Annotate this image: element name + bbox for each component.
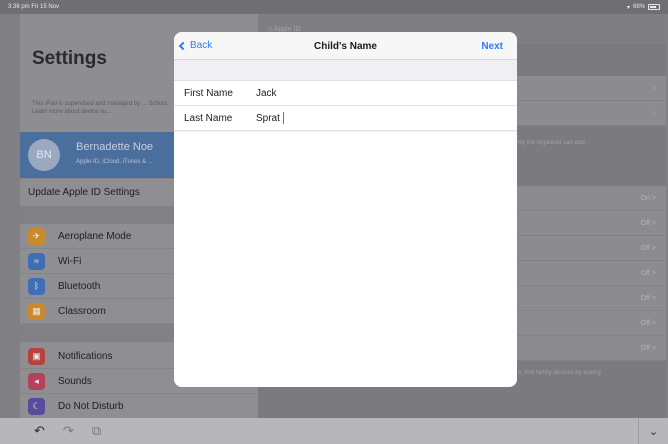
first-name-label: First Name bbox=[184, 87, 233, 99]
bluetooth-icon: ᛒ bbox=[28, 277, 45, 295]
sidebar-item-label: Classroom bbox=[58, 305, 106, 317]
organiser-note: only the organiser can add bbox=[514, 140, 585, 146]
sidebar-item-label: Sounds bbox=[58, 375, 92, 387]
chevron-down-icon: ⌄ bbox=[648, 425, 659, 438]
supervised-notice: This iPad is supervised and managed by .… bbox=[32, 101, 169, 115]
childs-name-sheet: Back Child's Name Next First Name Last N… bbox=[174, 32, 517, 387]
next-button[interactable]: Next bbox=[481, 41, 503, 52]
last-name-row[interactable]: Last Name bbox=[174, 106, 517, 131]
settings-title: Settings bbox=[32, 48, 107, 69]
sidebar-item-label: Do Not Disturb bbox=[58, 400, 124, 412]
profile-subtitle: Apple ID, iCloud, iTunes & ... bbox=[76, 159, 153, 165]
paste-icon[interactable]: ⧉ bbox=[92, 423, 101, 439]
status-right: ▾ 68% bbox=[627, 4, 660, 11]
find-family-note: e, find family devices by asking bbox=[518, 370, 601, 376]
undo-icon[interactable]: ↶ bbox=[34, 423, 45, 439]
sheet-title: Child's Name bbox=[314, 41, 377, 52]
avatar: BN bbox=[28, 139, 60, 171]
name-form: First Name Last Name bbox=[174, 80, 517, 131]
redo-icon[interactable]: ↷ bbox=[63, 423, 74, 439]
sheet-empty-body bbox=[174, 132, 517, 387]
sidebar-item-do-not-disturb: ☾ Do Not Disturb bbox=[20, 394, 258, 418]
keyboard-shortcut-bar: ↶ ↷ ⧉ ⌄ bbox=[0, 418, 668, 444]
classroom-icon: ▦ bbox=[28, 302, 45, 320]
wifi-status-icon: ▾ bbox=[626, 4, 630, 11]
sidebar-item-label: Notifications bbox=[58, 350, 113, 362]
sidebar-item-label: Aeroplane Mode bbox=[58, 230, 132, 242]
sidebar-item-label: Wi-Fi bbox=[58, 255, 82, 267]
profile-name: Bernadette Noe bbox=[76, 141, 154, 153]
keyboard-dismiss-button[interactable]: ⌄ bbox=[638, 418, 668, 444]
battery-percent: 68% bbox=[632, 4, 645, 10]
last-name-label: Last Name bbox=[184, 112, 233, 124]
text-cursor bbox=[283, 112, 284, 124]
sidebar-item-label: Bluetooth bbox=[58, 280, 101, 292]
battery-icon bbox=[648, 4, 660, 10]
moon-icon: ☾ bbox=[28, 397, 45, 415]
sheet-nav-bar: Back Child's Name Next bbox=[174, 32, 517, 60]
sounds-icon: ◂ bbox=[28, 372, 45, 390]
first-name-row[interactable]: First Name bbox=[174, 81, 517, 106]
notifications-icon: ▣ bbox=[28, 347, 45, 365]
status-time: 3:36 pm Fri 15 Nov bbox=[8, 4, 60, 10]
first-name-field[interactable] bbox=[256, 87, 456, 99]
last-name-field[interactable] bbox=[256, 112, 284, 124]
wifi-icon: ≈ bbox=[28, 252, 45, 270]
airplane-icon: ✈ bbox=[28, 227, 45, 245]
status-bar: 3:36 pm Fri 15 Nov ▾ 68% bbox=[0, 0, 668, 14]
